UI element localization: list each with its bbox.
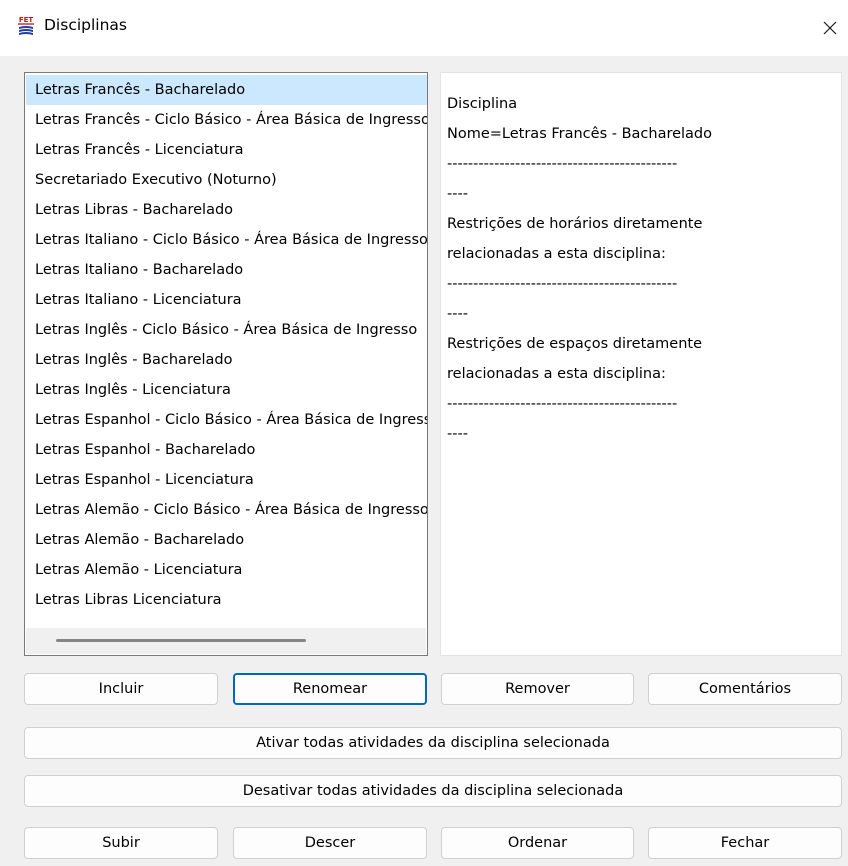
remove-button[interactable]: Remover [441,673,634,705]
close-icon [823,21,837,35]
move-down-button[interactable]: Descer [233,827,427,859]
rename-button[interactable]: Renomear [233,673,427,705]
close-window-button[interactable] [816,14,844,42]
sort-button[interactable]: Ordenar [441,827,634,859]
list-item[interactable]: Letras Italiano - Bacharelado [26,255,427,285]
list-item[interactable]: Letras Alemão - Licenciatura [26,555,427,585]
deactivate-all-activities-button[interactable]: Desativar todas atividades da disciplina… [24,775,842,807]
list-item[interactable]: Letras Libras Licenciatura [26,585,427,615]
list-item[interactable]: Letras Espanhol - Ciclo Básico - Área Bá… [26,405,427,435]
add-button[interactable]: Incluir [24,673,218,705]
horizontal-scrollbar[interactable] [26,628,426,654]
list-item[interactable]: Letras Inglês - Ciclo Básico - Área Bási… [26,315,427,345]
comments-button[interactable]: Comentários [648,673,842,705]
list-item[interactable]: Letras Libras - Bacharelado [26,195,427,225]
list-item[interactable]: Secretariado Executivo (Noturno) [26,165,427,195]
subjects-dialog: FET Disciplinas Letras Francês - Bachare… [0,0,848,866]
list-item[interactable]: Letras Francês - Bacharelado [26,75,427,105]
activate-all-activities-button[interactable]: Ativar todas atividades da disciplina se… [24,727,842,759]
window-title: Disciplinas [44,16,127,34]
scrollbar-thumb[interactable] [56,639,306,642]
subject-details-text: Disciplina Nome=Letras Francês - Bachare… [447,96,713,442]
fet-app-icon: FET [16,14,36,38]
title-bar: FET Disciplinas [0,0,848,56]
subjects-list-items: Letras Francês - Bacharelado Letras Franc… [26,75,427,627]
list-item[interactable]: Letras Francês - Ciclo Básico - Área Bás… [26,105,427,135]
svg-text:FET: FET [19,16,34,24]
list-item[interactable]: Letras Italiano - Ciclo Básico - Área Bá… [26,225,427,255]
list-item[interactable]: Letras Inglês - Bacharelado [26,345,427,375]
list-item[interactable]: Letras Alemão - Bacharelado [26,525,427,555]
list-item[interactable]: Letras Alemão - Ciclo Básico - Área Bási… [26,495,427,525]
subject-details-panel: Disciplina Nome=Letras Francês - Bachare… [440,72,842,656]
list-item[interactable]: Letras Espanhol - Licenciatura [26,465,427,495]
list-item[interactable]: Letras Italiano - Licenciatura [26,285,427,315]
list-item[interactable]: Letras Inglês - Licenciatura [26,375,427,405]
close-button[interactable]: Fechar [648,827,842,859]
subjects-list[interactable]: Letras Francês - Bacharelado Letras Franc… [24,72,428,656]
list-item[interactable]: Letras Espanhol - Bacharelado [26,435,427,465]
list-item[interactable]: Letras Francês - Licenciatura [26,135,427,165]
move-up-button[interactable]: Subir [24,827,218,859]
